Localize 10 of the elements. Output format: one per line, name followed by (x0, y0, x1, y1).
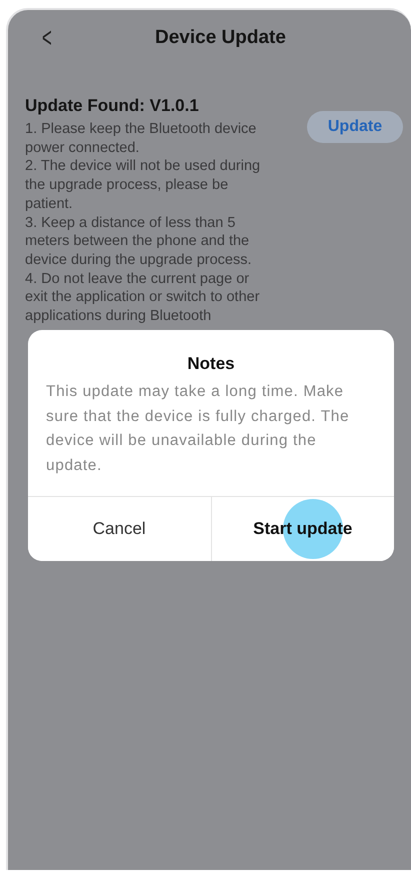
update-title: Update Found: V1.0.1 (25, 96, 200, 116)
instruction-text: 3. Keep a distance of less than 5 meters between the phone and the device during the upgrade process. (25, 214, 253, 270)
start-update-button[interactable]: Start update (210, 497, 394, 561)
instruction-text: 4. Do not leave the current page or exit the application or switch to other applications during Bluetooth (25, 270, 261, 326)
back-icon[interactable]: < (42, 24, 78, 52)
page-title: Device Update (155, 27, 286, 49)
instruction-text: 2. The device will not be used during the upgrade process, please be patient. (25, 157, 262, 214)
dialog-message: This update may take a long time. Make sure that the device is fully charged. The device will be unavailable during the update. (45, 382, 350, 476)
instruction-text: 1. Please keep the Bluetooth device power connected. (25, 120, 258, 158)
dialog-title: Notes (186, 353, 236, 375)
